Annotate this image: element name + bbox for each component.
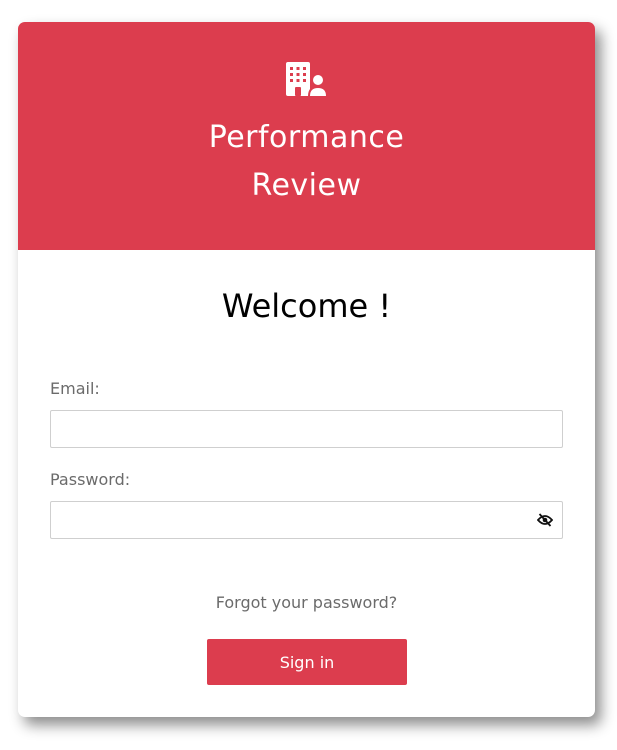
password-input[interactable] xyxy=(50,501,563,539)
password-label: Password: xyxy=(50,470,131,489)
app-title-line-2: Review xyxy=(251,168,362,203)
welcome-heading: Welcome ! xyxy=(221,287,392,325)
building-user-icon xyxy=(286,62,328,96)
app-header: Performance Review xyxy=(18,22,595,250)
forgot-password-link[interactable]: Forgot your password? xyxy=(18,592,595,614)
email-input[interactable] xyxy=(50,410,563,448)
app-title: Performance Review xyxy=(18,114,595,210)
sign-in-button[interactable]: Sign in xyxy=(207,639,407,685)
login-card: Performance Review Welcome ! Email: Pass… xyxy=(18,22,595,717)
email-label: Email: xyxy=(50,379,100,398)
app-title-line-1: Performance xyxy=(208,120,405,155)
eye-slash-icon[interactable] xyxy=(537,513,553,527)
